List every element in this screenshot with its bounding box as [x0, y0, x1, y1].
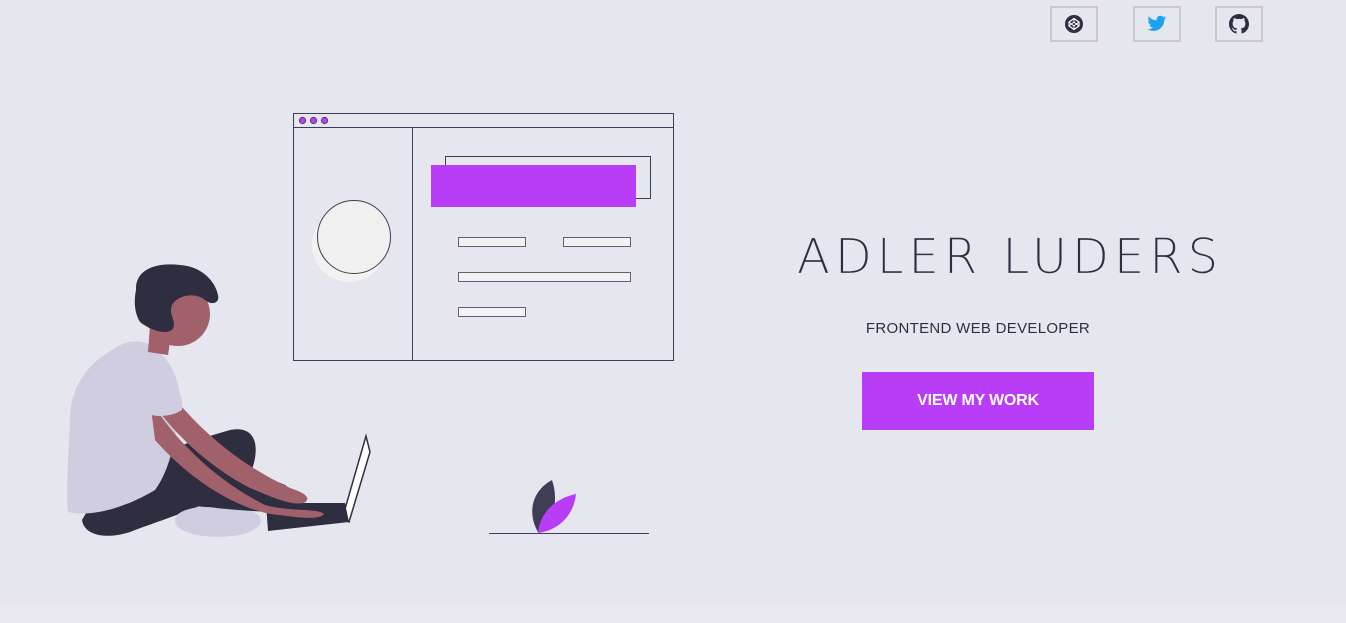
developer-illustration [67, 113, 674, 537]
page-bottom-edge [0, 604, 1346, 623]
twitter-link[interactable] [1133, 6, 1181, 42]
github-link[interactable] [1215, 6, 1263, 42]
browser-window-graphic [293, 113, 674, 361]
codepen-link[interactable] [1050, 6, 1098, 42]
person-graphic [67, 264, 371, 537]
hero-name: ADLER LUDERS [797, 229, 1224, 285]
github-icon [1229, 14, 1249, 34]
twitter-icon [1147, 15, 1167, 33]
landing-page: ADLER LUDERS FRONTEND WEB DEVELOPER VIEW… [0, 0, 1346, 623]
plant-graphic [489, 480, 649, 534]
hero-subtitle: FRONTEND WEB DEVELOPER [865, 320, 1091, 337]
view-my-work-button[interactable]: VIEW MY WORK [862, 372, 1094, 430]
codepen-icon [1064, 14, 1084, 34]
